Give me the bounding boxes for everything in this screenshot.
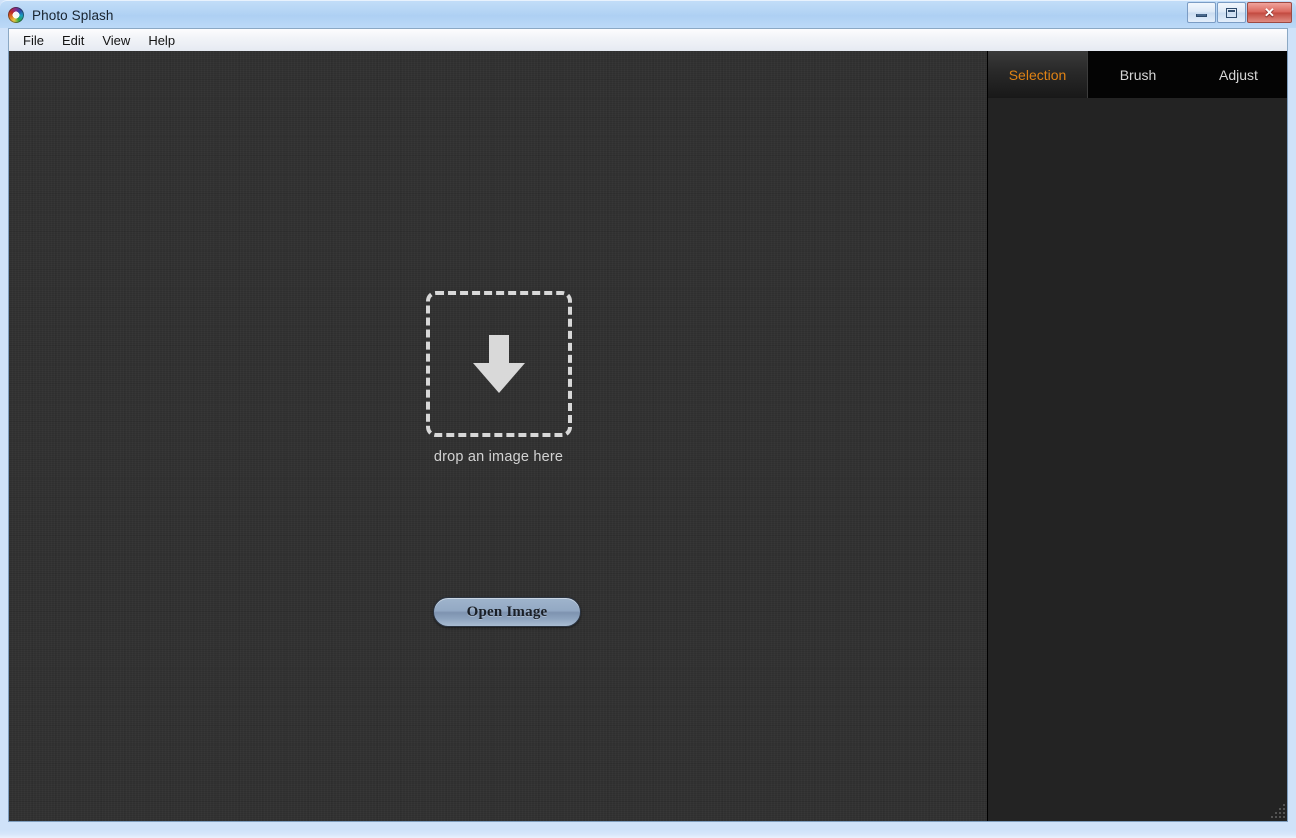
- resize-grip-dot: [1279, 816, 1281, 818]
- tab-selection[interactable]: Selection: [988, 51, 1088, 98]
- resize-grip[interactable]: [1271, 804, 1285, 818]
- minimize-icon: [1196, 13, 1207, 17]
- close-button[interactable]: ✕: [1247, 2, 1292, 23]
- minimize-button[interactable]: [1187, 2, 1216, 23]
- open-image-button-label: Open Image: [466, 603, 548, 620]
- resize-grip-dot: [1271, 816, 1273, 818]
- resize-grip-dot: [1283, 808, 1285, 810]
- maximize-button[interactable]: [1217, 2, 1246, 23]
- panel-content-selection: [988, 98, 1287, 821]
- window-controls: ✕: [1186, 2, 1292, 23]
- resize-grip-dot: [1275, 816, 1277, 818]
- resize-grip-dot: [1279, 808, 1281, 810]
- resize-grip-dot: [1275, 812, 1277, 814]
- resize-grip-dot: [1283, 816, 1285, 818]
- menu-item-edit[interactable]: Edit: [53, 31, 93, 50]
- window-title: Photo Splash: [32, 7, 114, 23]
- title-bar-content: Photo Splash: [8, 4, 114, 26]
- resize-grip-dot: [1283, 812, 1285, 814]
- menu-item-file[interactable]: File: [14, 31, 53, 50]
- canvas-drop-area[interactable]: drop an image here Open Image: [9, 51, 988, 821]
- title-bar[interactable]: Photo Splash ✕: [0, 0, 1296, 28]
- tab-adjust[interactable]: Adjust: [1188, 51, 1287, 98]
- panel-tab-bar: Selection Brush Adjust: [988, 51, 1287, 98]
- tab-brush[interactable]: Brush: [1088, 51, 1188, 98]
- dropzone-target[interactable]: [425, 291, 572, 437]
- menu-item-view[interactable]: View: [93, 31, 139, 50]
- arrow-down-icon: [472, 335, 525, 393]
- menu-item-help[interactable]: Help: [139, 31, 184, 50]
- resize-grip-dot: [1279, 812, 1281, 814]
- menu-bar: File Edit View Help: [8, 28, 1288, 51]
- dropzone-container: drop an image here: [9, 291, 988, 465]
- open-image-button[interactable]: Open Image: [433, 597, 581, 627]
- resize-grip-dot: [1283, 804, 1285, 806]
- close-icon: ✕: [1264, 5, 1275, 20]
- application-window: Photo Splash ✕ File Edit View Help drop …: [0, 0, 1296, 838]
- app-ring-icon: [8, 7, 24, 23]
- maximize-icon: [1226, 7, 1237, 18]
- window-bottom-border: [0, 830, 1296, 838]
- client-area: drop an image here Open Image Selection …: [8, 51, 1288, 822]
- dropzone-label: drop an image here: [433, 449, 564, 465]
- side-panel: Selection Brush Adjust: [988, 51, 1287, 821]
